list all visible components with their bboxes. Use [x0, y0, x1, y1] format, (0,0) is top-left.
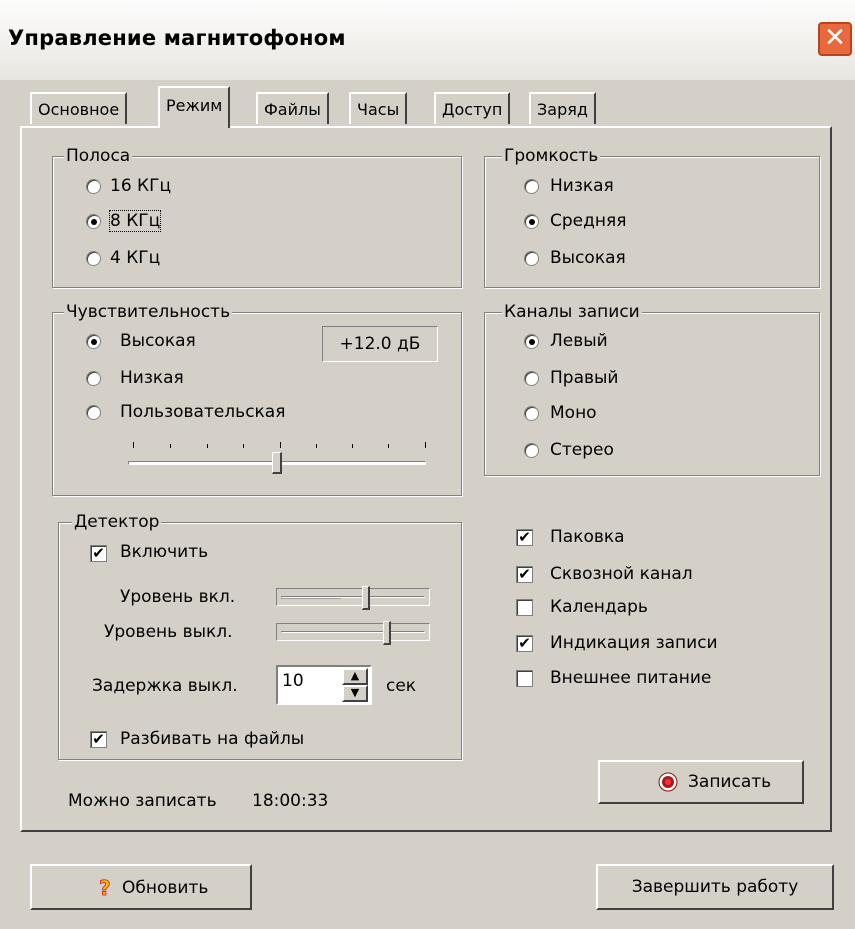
slider-tick: [170, 444, 171, 448]
volume-label-low: Низкая: [550, 176, 614, 196]
split-files-checkbox[interactable]: ✔: [90, 731, 107, 748]
on-level-track: [281, 596, 425, 598]
band-radio-4[interactable]: [86, 251, 101, 266]
option-label-rec-indicator: Индикация записи: [550, 633, 718, 653]
detector-enable-checkbox[interactable]: ✔: [90, 545, 107, 562]
detector-enable-label: Включить: [120, 542, 209, 562]
stepper-up-icon[interactable]: ▲: [342, 668, 368, 685]
remaining-value: 18:00:33: [252, 791, 329, 811]
volume-label-high: Высокая: [550, 248, 626, 268]
channels-label-mono: Моно: [550, 403, 597, 423]
help-icon: ?: [99, 877, 111, 899]
slider-tick: [425, 442, 426, 448]
option-label-passthrough: Сквозной канал: [550, 564, 693, 584]
delay-label: Задержка выкл.: [92, 676, 238, 696]
record-button[interactable]: Записать: [598, 760, 804, 804]
band-radio-8[interactable]: [86, 214, 101, 229]
refresh-label: Обновить: [122, 878, 209, 898]
sensitivity-slider-thumb[interactable]: [272, 452, 282, 474]
channels-radio-left[interactable]: [524, 334, 539, 349]
off-level-track: [281, 631, 425, 633]
slider-tick: [133, 442, 134, 448]
tab-zaryad[interactable]: Заряд: [529, 92, 596, 124]
sensitivity-radio-custom[interactable]: [86, 405, 101, 420]
record-label: Записать: [688, 772, 772, 792]
tab-osnovnoe[interactable]: Основное: [30, 92, 128, 124]
band-label-8: 8 КГц: [108, 210, 162, 232]
on-level-label: Уровень вкл.: [120, 587, 236, 607]
off-level-label: Уровень выкл.: [104, 622, 233, 642]
channels-radio-mono[interactable]: [524, 406, 539, 421]
gain-readout: +12.0 дБ: [322, 326, 438, 362]
volume-radio-low[interactable]: [524, 179, 539, 194]
tab-label: Основное: [38, 100, 120, 119]
band-label-16: 16 КГц: [110, 176, 172, 196]
channels-radio-right[interactable]: [524, 371, 539, 386]
exit-button[interactable]: Завершить работу: [596, 864, 834, 910]
option-label-packing: Паковка: [550, 527, 625, 547]
detector-legend: Детектор: [72, 512, 162, 532]
sensitivity-radio-high[interactable]: [86, 334, 101, 349]
option-checkbox-packing[interactable]: ✔: [516, 529, 533, 546]
channels-legend: Каналы записи: [502, 302, 642, 322]
channels-radio-stereo[interactable]: [524, 443, 539, 458]
sensitivity-label-high: Высокая: [120, 331, 196, 351]
record-icon: [658, 772, 678, 792]
slider-tick: [352, 444, 353, 448]
tab-label: Часы: [357, 100, 400, 119]
svg-text:?: ?: [99, 877, 111, 899]
slider-tick: [316, 444, 317, 448]
tab-label: Доступ: [442, 100, 503, 119]
sensitivity-label-low: Низкая: [120, 368, 184, 388]
off-level-thumb[interactable]: [382, 621, 391, 645]
option-checkbox-passthrough[interactable]: ✔: [516, 566, 533, 583]
sensitivity-radio-low[interactable]: [86, 371, 101, 386]
tab-faily[interactable]: Файлы: [256, 92, 329, 124]
volume-radio-medium[interactable]: [524, 214, 539, 229]
volume-legend: Громкость: [502, 146, 601, 166]
delay-unit: сек: [386, 676, 417, 696]
sensitivity-legend: Чувствительность: [64, 302, 233, 322]
band-radio-16[interactable]: [86, 179, 101, 194]
volume-radio-high[interactable]: [524, 251, 539, 266]
window-title: Управление магнитофоном: [8, 26, 346, 50]
tab-chasy[interactable]: Часы: [349, 92, 408, 124]
band-label-4: 4 КГц: [110, 248, 161, 268]
option-label-ext-power: Внешнее питание: [550, 668, 712, 688]
on-level-slider[interactable]: [276, 588, 430, 606]
sensitivity-label-custom: Пользовательская: [120, 402, 286, 422]
slider-tick: [243, 444, 244, 448]
option-checkbox-rec-indicator[interactable]: ✔: [516, 635, 533, 652]
off-level-slider[interactable]: [276, 623, 430, 641]
delay-stepper[interactable]: 10 ▲ ▼: [276, 665, 372, 705]
tab-label: Файлы: [264, 100, 321, 119]
tab-dostup[interactable]: Доступ: [434, 92, 511, 124]
on-level-thumb[interactable]: [362, 586, 371, 610]
remaining-label: Можно записать: [68, 791, 217, 811]
volume-label-medium: Средняя: [550, 211, 627, 231]
tab-label: Заряд: [537, 100, 588, 119]
band-legend: Полоса: [64, 146, 133, 166]
option-checkbox-calendar[interactable]: [516, 599, 533, 616]
channels-label-left: Левый: [550, 331, 608, 351]
close-icon[interactable]: ✕: [818, 22, 852, 56]
tab-rezhim[interactable]: Режим: [158, 86, 231, 128]
title-bar: Управление магнитофоном ✕: [0, 0, 855, 80]
channels-label-right: Правый: [550, 368, 619, 388]
option-label-calendar: Календарь: [550, 597, 648, 617]
refresh-button[interactable]: ? Обновить: [30, 864, 252, 910]
delay-value[interactable]: 10: [282, 671, 304, 691]
stepper-down-icon[interactable]: ▼: [342, 685, 368, 702]
option-checkbox-ext-power[interactable]: [516, 670, 533, 687]
slider-tick: [207, 444, 208, 448]
slider-tick: [280, 442, 281, 448]
split-files-label: Разбивать на файлы: [120, 729, 305, 749]
channels-label-stereo: Стерео: [550, 440, 614, 460]
tab-label: Режим: [166, 96, 223, 115]
exit-label: Завершить работу: [631, 877, 799, 897]
slider-tick: [388, 444, 389, 448]
